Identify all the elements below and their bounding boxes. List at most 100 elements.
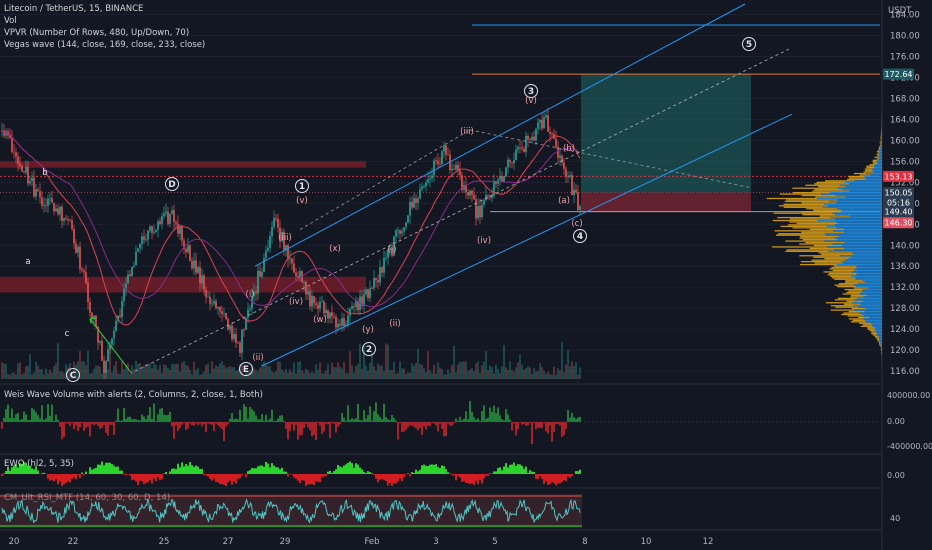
weis-bar-up <box>131 419 133 422</box>
vpvr-bar-down <box>880 347 882 349</box>
volume-bar <box>541 367 543 379</box>
volume-bar <box>47 373 49 379</box>
wave-label-circled: E <box>243 365 249 375</box>
candle-body <box>309 291 311 307</box>
volume-bar <box>123 369 125 379</box>
candle-body <box>23 171 25 173</box>
ewo-bar-up <box>367 471 369 474</box>
vpvr-bar-up <box>845 259 882 261</box>
vpvr-bar-up <box>854 269 882 272</box>
volume-bar <box>521 364 523 379</box>
volume-bar <box>479 372 481 379</box>
candle-body <box>375 277 377 281</box>
volume-bar <box>421 364 423 379</box>
ewo-bar-down <box>307 474 309 485</box>
vpvr-bar-up <box>855 268 882 270</box>
price-tick-label: 136.00 <box>890 262 920 272</box>
vpvr-bar-down <box>863 324 873 326</box>
price-chart[interactable]: C D 1 E 2 3 4 5 a b c (i) (ii) (iii) (iv) (v) (w) (x) (y) (… <box>0 0 932 550</box>
weis-bar-down <box>415 422 417 429</box>
weis-bar-up <box>505 409 507 422</box>
vpvr-bar-down <box>837 285 857 288</box>
candle-body <box>263 258 265 272</box>
ewo-bar-up <box>407 473 409 474</box>
candle-body <box>319 302 321 309</box>
candle-body <box>291 258 293 264</box>
weis-bar-up <box>473 417 475 422</box>
vpvr-bar-down <box>801 202 837 204</box>
vpvr-bar-down <box>880 136 882 138</box>
vpvr-bar-up <box>837 199 882 201</box>
volume-bar <box>429 370 431 379</box>
weis-bar-down <box>409 422 411 426</box>
ewo-bar-up <box>279 469 281 474</box>
vpvr-bar-up <box>865 307 882 310</box>
weis-panel-title: Weis Wave Volume with alerts (2, Columns… <box>4 390 263 400</box>
ewo-bar-down <box>233 474 235 482</box>
volume-bar <box>255 369 257 379</box>
vpvr-bar-down <box>825 180 855 182</box>
volume-bar <box>497 368 499 379</box>
ewo-bar-down <box>229 474 231 481</box>
ewo-bar-down <box>77 474 79 476</box>
ewo-bar-up <box>505 463 507 474</box>
weis-bar-up <box>33 409 35 422</box>
candle-body <box>369 288 371 299</box>
volume-bar <box>193 361 195 379</box>
volume-bar <box>217 366 219 379</box>
volume-bar <box>315 364 317 379</box>
candle-body <box>339 323 341 326</box>
vpvr-bar-down <box>777 216 831 219</box>
vpvr-bar-down <box>796 222 838 225</box>
candle-body <box>295 272 297 277</box>
candle-body <box>227 318 229 330</box>
volume-bar <box>359 343 361 379</box>
vpvr-bar-up <box>870 322 882 324</box>
volume-bar <box>185 364 187 379</box>
weis-bar-up <box>393 418 395 422</box>
weis-bar-up <box>257 419 259 422</box>
weis-bar-down <box>297 422 299 440</box>
vpvr-bar-down <box>863 171 874 173</box>
price-tick-label: 156.00 <box>890 157 920 167</box>
weis-bar-down <box>221 422 223 430</box>
weis-bar-down <box>547 422 549 434</box>
candle-body <box>477 206 479 219</box>
vpvr-bar-up <box>875 327 882 329</box>
weis-bar-down <box>449 422 451 426</box>
weis-bar-up <box>571 412 573 422</box>
volume-bar <box>439 367 441 379</box>
volume-bar <box>537 371 539 379</box>
weis-bar-down <box>171 422 173 427</box>
vpvr-bar-up <box>879 340 882 342</box>
candle-body <box>115 320 117 331</box>
ewo-bar-down <box>379 474 381 480</box>
weis-bar-down <box>73 422 75 429</box>
ewo-bar-down <box>297 474 299 481</box>
ewo-bar-up <box>89 467 91 474</box>
volume-bar <box>257 371 259 379</box>
vpvr-bar-up <box>875 328 882 330</box>
vpvr-bar-down <box>848 290 863 292</box>
vpvr-bar-down <box>821 253 854 255</box>
vpvr-bar-up <box>852 252 882 254</box>
date-tick-label: 27 <box>223 537 234 547</box>
weis-bar-down <box>1 422 3 429</box>
channel-lower <box>261 113 793 367</box>
candle-body <box>21 166 23 172</box>
vpvr-bar-up <box>827 246 882 248</box>
weis-bar-up <box>489 407 491 422</box>
volume-bar <box>401 368 403 379</box>
wave-label-paren: (ii) <box>252 353 263 363</box>
volume-bar <box>341 368 343 379</box>
candle-body <box>99 340 101 343</box>
volume-bar <box>517 362 519 379</box>
weis-bar-up <box>491 411 493 422</box>
candle-body <box>199 267 201 284</box>
candle-body <box>331 312 333 317</box>
weis-bar-down <box>77 422 79 432</box>
candle-body <box>159 221 161 224</box>
ewo-bar-up <box>197 466 199 474</box>
volume-bar <box>99 366 101 379</box>
volume-bar <box>543 370 545 379</box>
